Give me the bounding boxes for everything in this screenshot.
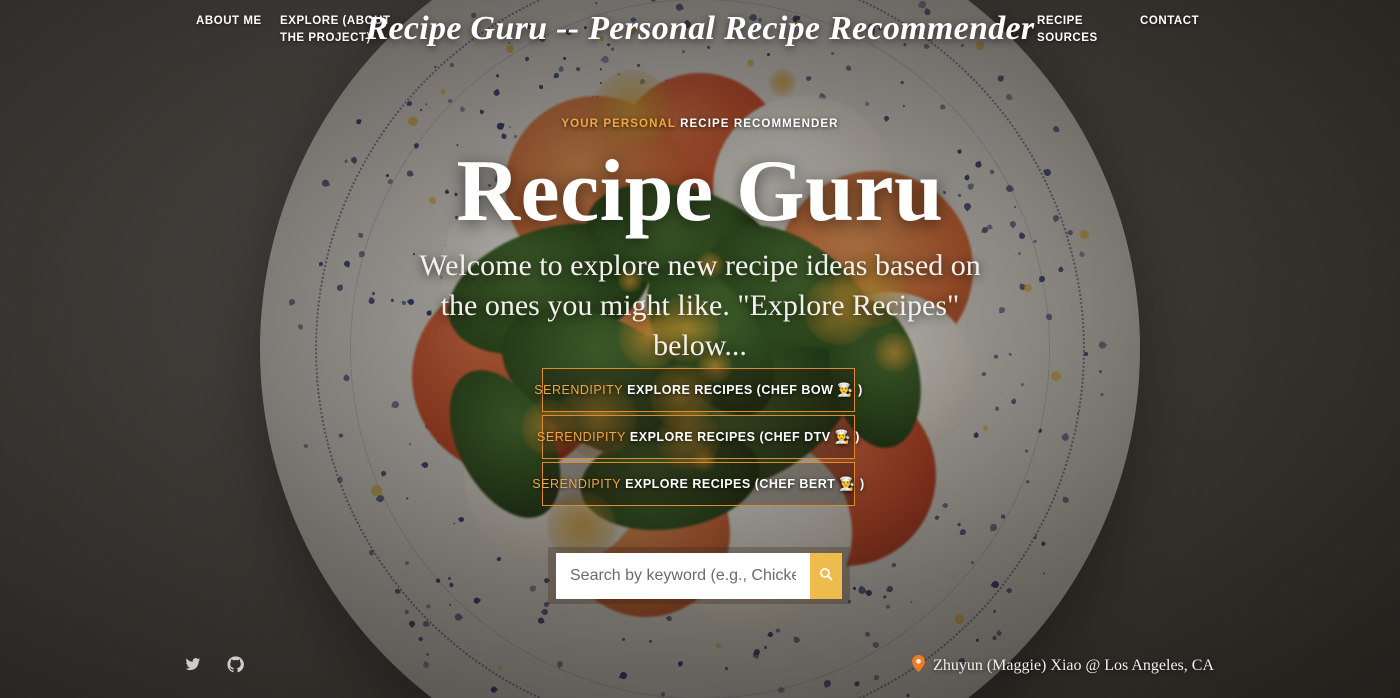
search-row — [556, 552, 842, 599]
github-icon — [227, 656, 244, 678]
github-link[interactable] — [227, 656, 244, 678]
search-icon — [819, 567, 833, 584]
top-navigation: About Me Explore (About the Project) Rec… — [0, 0, 1400, 56]
explore-button-text-3: Explore Recipes (Chef BERT — [625, 477, 836, 491]
social-links — [184, 656, 244, 678]
hero-subtitle: Welcome to explore new recipe ideas base… — [419, 249, 981, 362]
explore-button-suffix-3: ) — [860, 477, 865, 491]
search-input[interactable] — [556, 552, 810, 599]
hero-eyebrow: Your Personal Recipe Recommender — [0, 118, 1400, 130]
serendipity-accent-3: Serendipity — [532, 477, 622, 491]
chef-icon: 👨‍🍳 — [834, 429, 852, 444]
page-title: Recipe Guru — [456, 143, 944, 240]
explore-button-text-1: Explore Recipes (Chef Bow — [627, 383, 834, 397]
nav-link-about-me[interactable]: About Me — [196, 13, 266, 30]
chef-icon: 👨‍🍳 — [837, 382, 855, 397]
search-submit-button[interactable] — [810, 552, 842, 599]
explore-button-text-2: Explore Recipes (Chef DTV — [629, 430, 831, 444]
author-credit: Zhuyun (Maggie) Xiao @ Los Angeles, CA — [912, 655, 1214, 676]
nav-link-explore[interactable]: Explore (About the Project) — [280, 13, 408, 47]
chef-icon: 👨‍🍳 — [839, 476, 857, 491]
nav-link-contact[interactable]: Contact — [1140, 13, 1230, 30]
explore-button-label: Serendipity Explore Recipes (Chef DTV 👨‍… — [537, 429, 860, 445]
serendipity-accent-1: Serendipity — [534, 383, 624, 397]
serendipity-accent-2: Serendipity — [537, 430, 626, 444]
search-bar — [548, 547, 850, 604]
explore-button-group: Serendipity Explore Recipes (Chef Bow 👨‍… — [0, 368, 1400, 512]
page-footer: Zhuyun (Maggie) Xiao @ Los Angeles, CA — [0, 648, 1400, 690]
twitter-icon — [184, 656, 201, 678]
explore-button-label: Serendipity Explore Recipes (Chef BERT 👨… — [532, 476, 864, 492]
explore-recipes-chef-dtv-button[interactable]: Serendipity Explore Recipes (Chef DTV 👨‍… — [537, 415, 859, 459]
explore-button-suffix-1: ) — [858, 383, 863, 397]
hero-eyebrow-rest: Recipe Recommender — [680, 118, 839, 130]
author-credit-text: Zhuyun (Maggie) Xiao @ Los Angeles, CA — [933, 656, 1214, 674]
hero-eyebrow-accent: Your Personal — [561, 118, 676, 130]
explore-recipes-chef-bow-button[interactable]: Serendipity Explore Recipes (Chef Bow 👨‍… — [534, 368, 862, 412]
hero-section: Your Personal Recipe Recommender Recipe … — [0, 118, 1400, 366]
twitter-link[interactable] — [184, 656, 201, 678]
nav-link-recipe-sources[interactable]: Recipe Sources — [1037, 13, 1117, 47]
explore-recipes-chef-bert-button[interactable]: Serendipity Explore Recipes (Chef BERT 👨… — [532, 462, 864, 506]
explore-button-suffix-2: ) — [855, 430, 860, 444]
location-pin-icon — [912, 655, 925, 676]
explore-button-label: Serendipity Explore Recipes (Chef Bow 👨‍… — [534, 382, 862, 398]
